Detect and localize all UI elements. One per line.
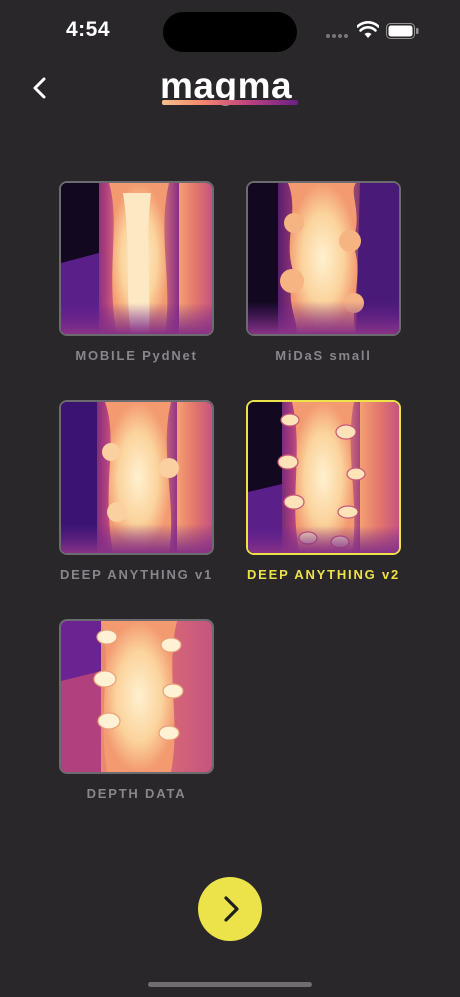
depth-preview-depth-data	[59, 619, 214, 774]
status-time: 4:54	[66, 18, 111, 41]
logo-underline	[162, 100, 298, 105]
header: magma	[0, 64, 460, 124]
depth-preview-deep-anything-v2	[246, 400, 401, 555]
model-tile-deep-anything-v2[interactable]: DEEP ANYTHING v2	[246, 400, 401, 582]
dynamic-island	[163, 12, 297, 52]
status-bar: 4:54	[0, 0, 460, 64]
model-label: DEPTH DATA	[86, 786, 187, 801]
wifi-icon	[357, 21, 379, 38]
model-tile-mobile-pydnet[interactable]: MOBILE PydNet	[59, 181, 214, 363]
next-button[interactable]	[198, 877, 262, 941]
cellular-signal-icon	[326, 32, 350, 38]
model-tile-deep-anything-v1[interactable]: DEEP ANYTHING v1	[59, 400, 214, 582]
back-button[interactable]	[22, 70, 58, 106]
model-tile-midas-small[interactable]: MiDaS small	[246, 181, 401, 363]
depth-preview-mobile-pydnet	[59, 181, 214, 336]
model-label: MiDaS small	[275, 348, 372, 363]
chevron-right-icon	[224, 896, 239, 922]
home-indicator[interactable]	[148, 982, 312, 987]
app-logo: magma	[160, 66, 300, 112]
depth-preview-midas-small	[246, 181, 401, 336]
chevron-left-icon	[33, 77, 46, 99]
model-label: DEEP ANYTHING v1	[59, 567, 214, 582]
depth-preview-deep-anything-v1	[59, 400, 214, 555]
model-label: MOBILE PydNet	[75, 348, 198, 363]
model-label: DEEP ANYTHING v2	[246, 567, 401, 582]
battery-icon	[386, 23, 419, 39]
model-tile-depth-data[interactable]: DEPTH DATA	[59, 619, 214, 801]
